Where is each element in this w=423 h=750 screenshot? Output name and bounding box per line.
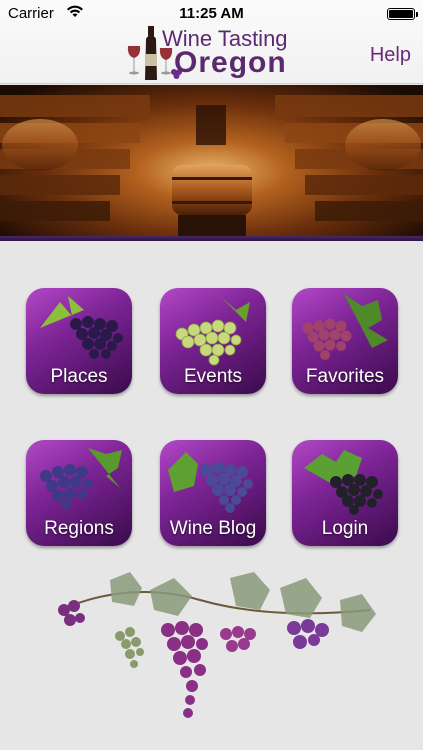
green-grapes-icon: [175, 296, 250, 366]
places-button[interactable]: Places: [26, 288, 132, 394]
status-time: 11:25 AM: [179, 5, 244, 22]
app-logo: Wine Tasting Oregon: [124, 24, 304, 82]
places-label: Places: [50, 366, 108, 387]
wine-blog-button[interactable]: Wine Blog: [160, 440, 266, 546]
favorites-button[interactable]: Favorites: [292, 288, 398, 394]
blue-grapes-leaf-icon: [168, 452, 253, 513]
red-grapes-icon: [302, 294, 388, 360]
purple-grapes-icon: [40, 296, 123, 359]
blue-grapes-icon: [40, 448, 122, 509]
regions-label: Regions: [44, 518, 114, 539]
battery-icon: [387, 8, 418, 20]
grape-vine-decoration: [58, 572, 376, 718]
favorites-label: Favorites: [305, 366, 385, 387]
wine-cellar-banner: [0, 85, 423, 241]
events-label: Events: [183, 366, 243, 387]
events-button[interactable]: Events: [160, 288, 266, 394]
login-label: Login: [321, 518, 369, 539]
logo-title-line2: Oregon: [174, 46, 287, 79]
banner-divider: [0, 236, 423, 241]
wine-blog-label: Wine Blog: [169, 518, 257, 539]
dark-grapes-icon: [304, 450, 383, 515]
login-button[interactable]: Login: [292, 440, 398, 546]
regions-button[interactable]: Regions: [26, 440, 132, 546]
help-button[interactable]: Help: [370, 44, 411, 67]
navigation-bar: Carrier 11:25 AM Wine Tasting Oregon Hel…: [0, 0, 423, 84]
wine-cellar-image: [0, 95, 423, 237]
